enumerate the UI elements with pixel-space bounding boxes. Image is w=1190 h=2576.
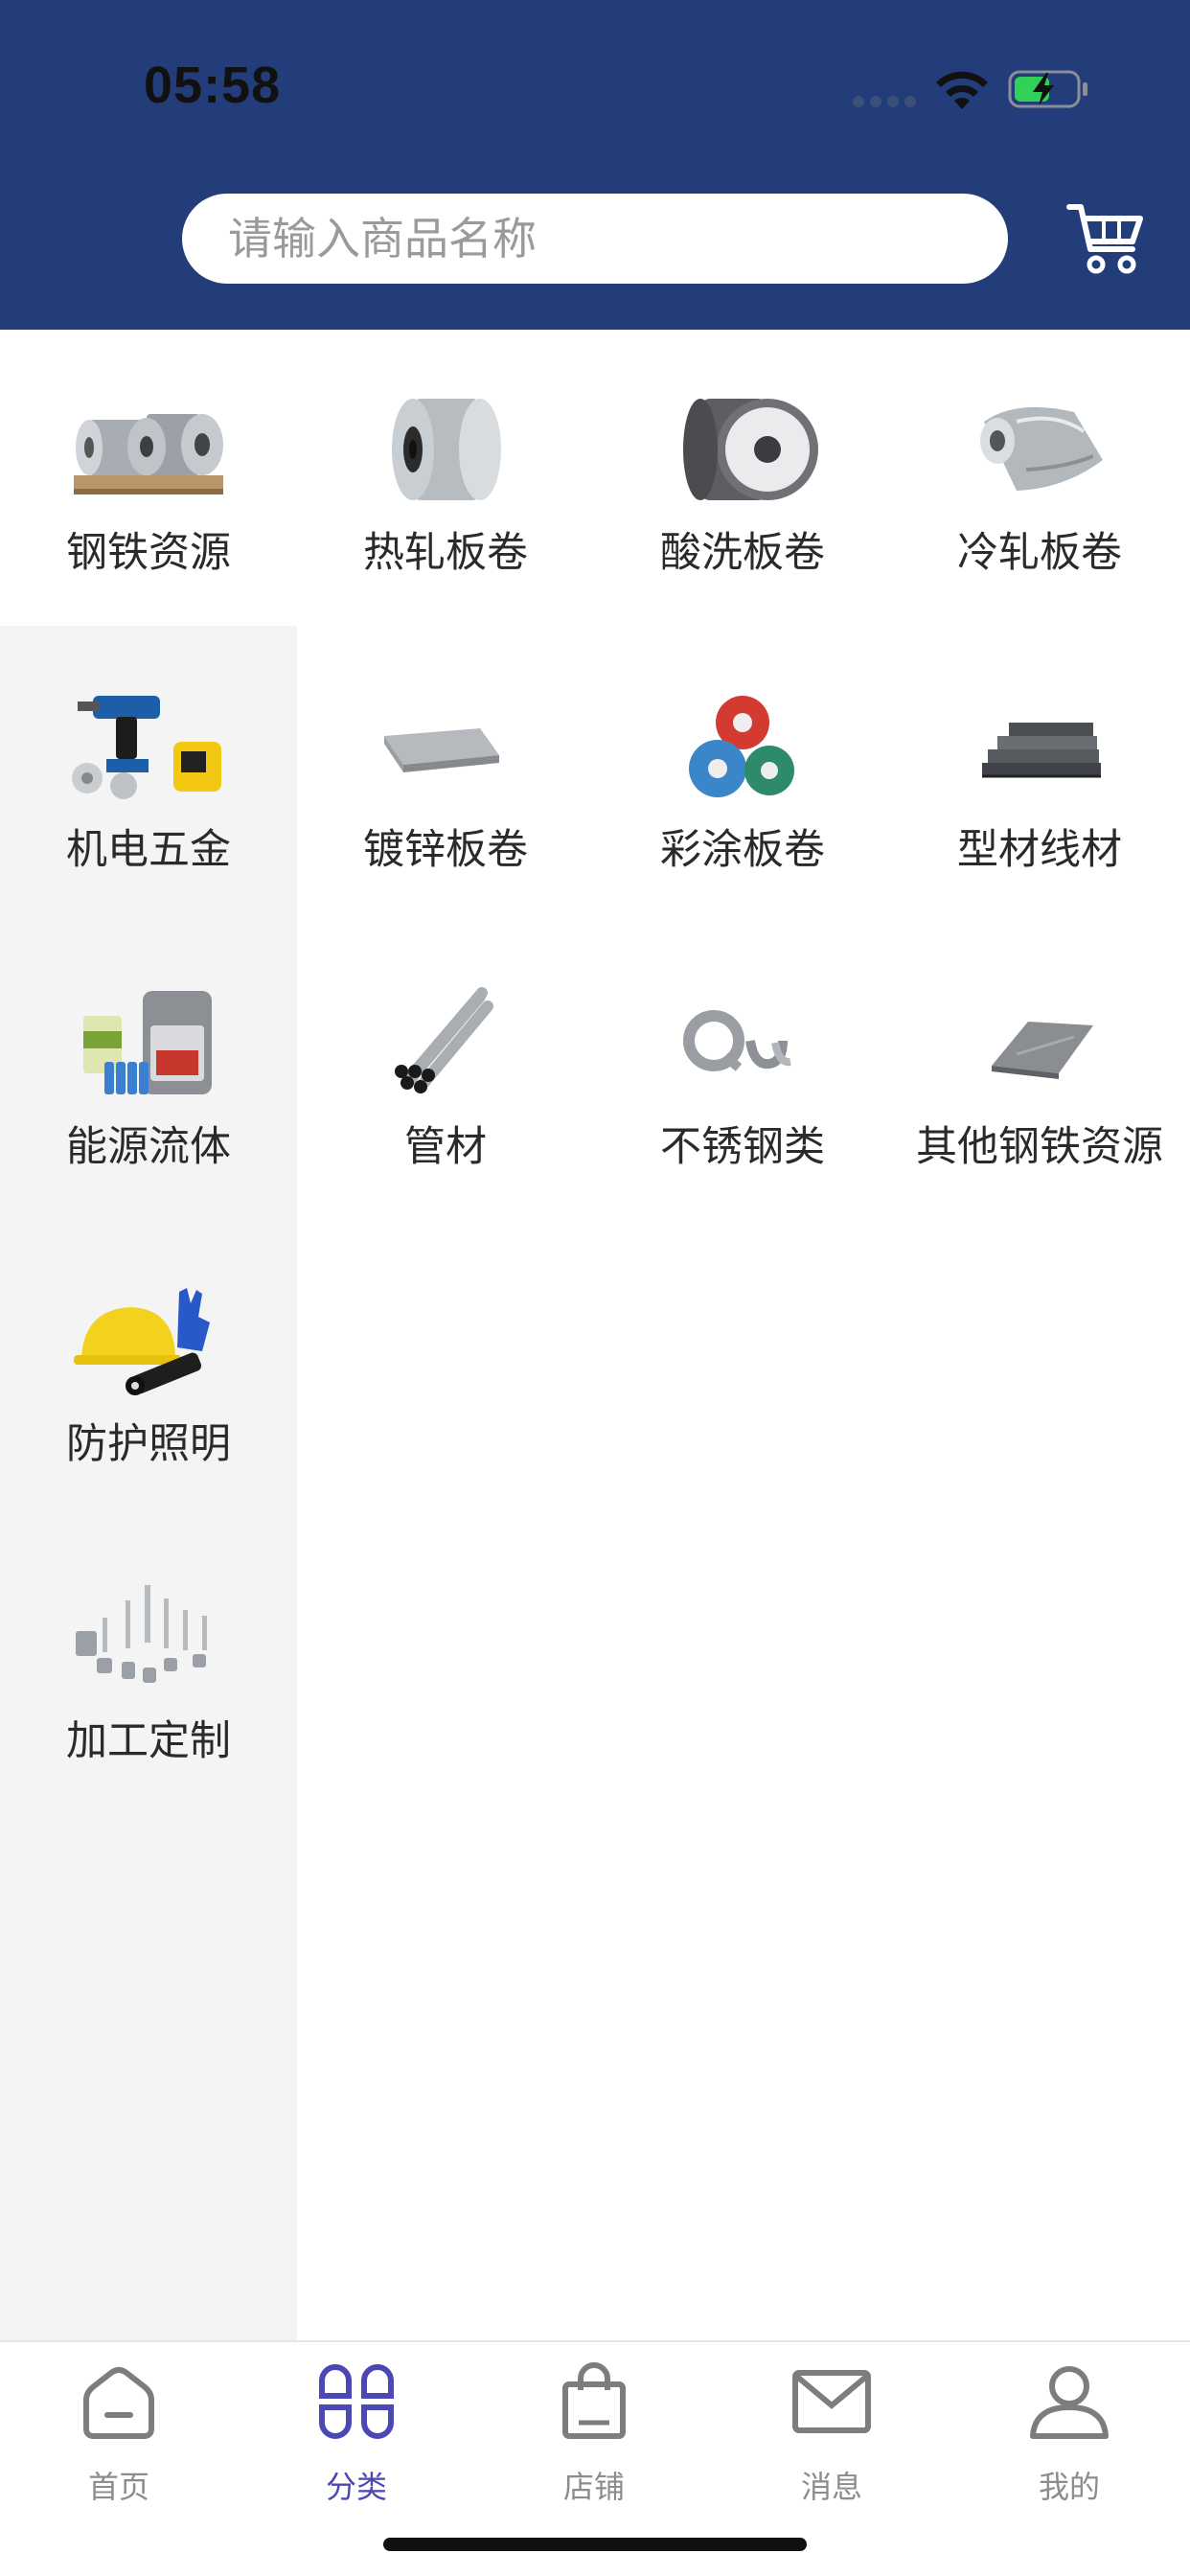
category-protection-lighting[interactable]: 防护照明: [0, 1221, 297, 1518]
category-label: 能源流体: [66, 1123, 231, 1171]
category-label: 加工定制: [66, 1717, 231, 1765]
machined-parts-icon: [76, 1585, 207, 1683]
category-grid-icon: [319, 2364, 394, 2439]
cold-rolled-coil-icon: [980, 406, 1103, 491]
tab-label: 店铺: [562, 2469, 625, 2505]
category-other-steel[interactable]: 其他钢铁资源: [891, 924, 1188, 1221]
category-stainless[interactable]: 不锈钢类: [594, 924, 891, 1221]
category-hot-rolled-coil[interactable]: 热轧板卷: [297, 330, 594, 627]
search-box[interactable]: [182, 194, 1008, 284]
steel-coils-icon: [74, 414, 223, 494]
shopping-bag-icon: [562, 2362, 626, 2439]
tab-profile[interactable]: 我的: [950, 2342, 1188, 2505]
category-label: 彩涂板卷: [660, 826, 825, 874]
power-tools-icon: [72, 696, 221, 799]
category-label: 镀锌板卷: [363, 826, 528, 874]
tab-label: 我的: [1038, 2469, 1100, 2505]
category-label: 酸洗板卷: [660, 529, 825, 577]
wifi-icon: [936, 71, 988, 109]
category-color-coated-coil[interactable]: 彩涂板卷: [594, 627, 891, 924]
tab-messages[interactable]: 消息: [713, 2342, 950, 2505]
pickled-coil-icon: [683, 399, 818, 500]
tab-home[interactable]: 首页: [0, 2342, 238, 2505]
category-electromechanical[interactable]: 机电五金: [0, 627, 297, 924]
status-time: 05:58: [144, 57, 282, 114]
category-profiles-wire[interactable]: 型材线材: [891, 627, 1188, 924]
header-bar: 05:58: [0, 0, 1190, 330]
category-label: 防护照明: [66, 1420, 231, 1468]
category-custom-processing[interactable]: 加工定制: [0, 1518, 297, 1815]
envelope-icon: [792, 2370, 871, 2433]
battery-charging-icon: [1008, 70, 1087, 108]
steel-profiles-icon: [982, 723, 1101, 778]
category-label: 热轧板卷: [363, 529, 528, 577]
tab-label: 首页: [87, 2469, 149, 2505]
tab-label: 消息: [800, 2469, 862, 2505]
search-input[interactable]: [228, 194, 975, 284]
category-steel-resources[interactable]: 钢铁资源: [0, 330, 297, 627]
category-label: 不锈钢类: [660, 1123, 825, 1171]
user-icon: [1030, 2366, 1109, 2439]
hot-rolled-coil-icon: [392, 399, 501, 500]
category-label: 管材: [404, 1123, 487, 1171]
category-pipes[interactable]: 管材: [297, 924, 594, 1221]
tab-store[interactable]: 店铺: [475, 2342, 713, 2505]
category-galvanized-coil[interactable]: 镀锌板卷: [297, 627, 594, 924]
category-label: 机电五金: [66, 826, 231, 874]
home-icon: [83, 2367, 154, 2439]
category-label: 钢铁资源: [66, 529, 231, 577]
category-label: 其他钢铁资源: [916, 1123, 1163, 1171]
color-coated-coil-icon: [689, 696, 794, 797]
cellular-signal-icon: [853, 96, 916, 107]
tab-label: 分类: [325, 2469, 387, 2505]
steel-plate-icon: [992, 1022, 1093, 1079]
category-label: 型材线材: [957, 826, 1122, 874]
category-label: 冷轧板卷: [957, 529, 1122, 577]
tab-category[interactable]: 分类: [238, 2342, 475, 2505]
steel-pipes-icon: [395, 987, 493, 1093]
category-energy-fluids[interactable]: 能源流体: [0, 924, 297, 1221]
helmet-flashlight-icon: [74, 1288, 210, 1395]
category-pickled-coil[interactable]: 酸洗板卷: [594, 330, 891, 627]
category-content: 钢铁资源 热轧板卷 酸洗板卷 冷轧板卷 机电五金 镀锌板卷 彩涂板卷 型材线材 …: [0, 330, 1190, 2340]
oil-paint-cans-icon: [83, 991, 212, 1094]
shopping-cart-icon[interactable]: [1065, 199, 1146, 278]
galvanized-sheet-icon: [384, 728, 499, 772]
home-indicator: [383, 2538, 807, 2551]
stainless-strips-icon: [683, 1010, 791, 1071]
category-cold-rolled-coil[interactable]: 冷轧板卷: [891, 330, 1188, 627]
